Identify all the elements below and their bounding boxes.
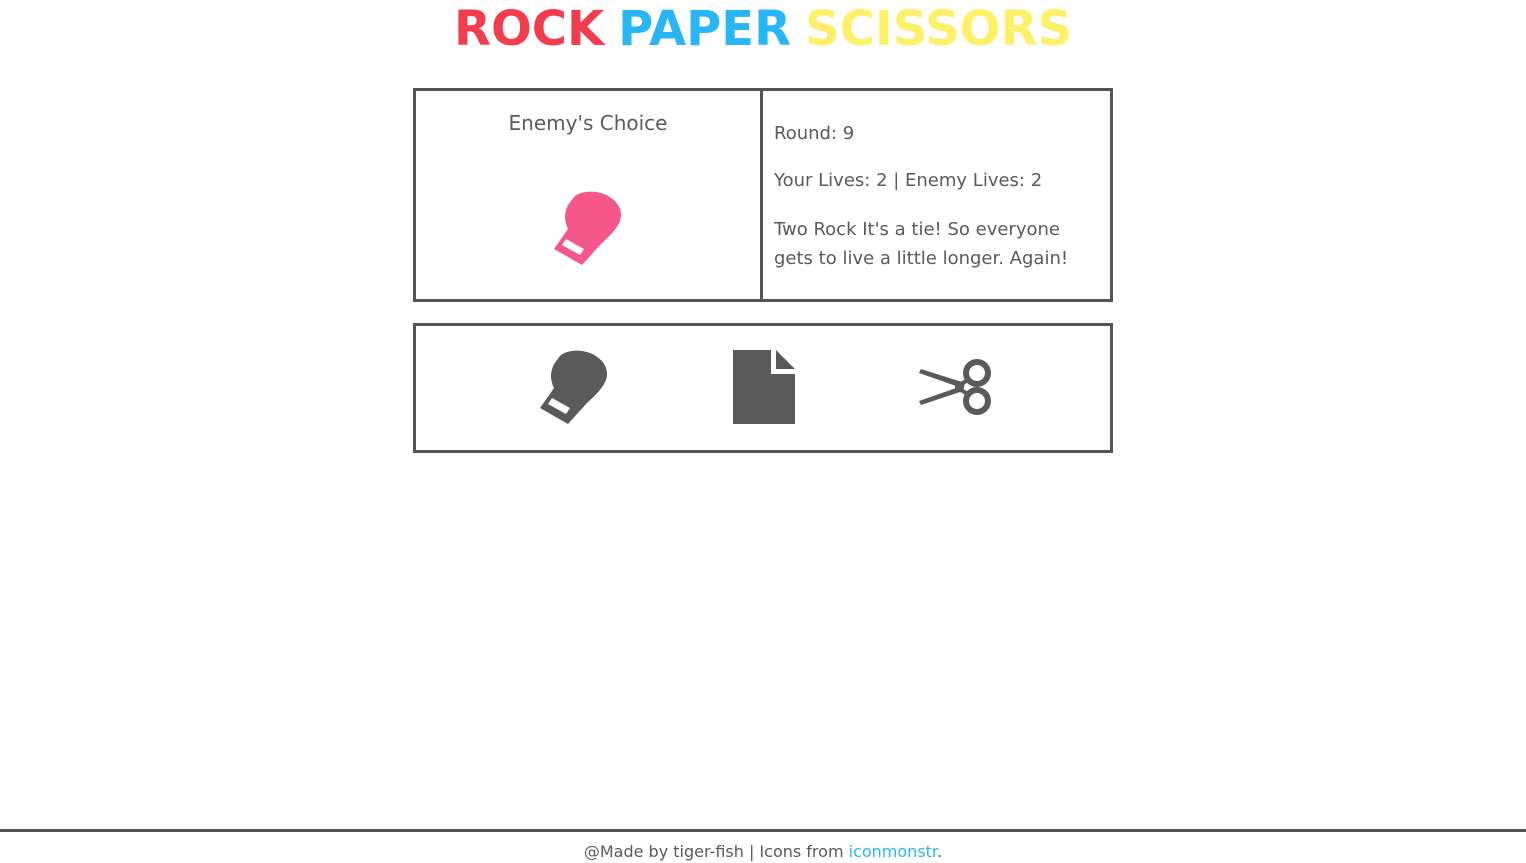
round-result-message: Two Rock It's a tie! So everyone gets to… bbox=[774, 219, 1069, 269]
title-scissors: SCISSORS bbox=[805, 1, 1073, 57]
footer-credit: @Made by tiger-fish | Icons from bbox=[583, 842, 849, 861]
title-paper: PAPER bbox=[618, 1, 792, 57]
footer-suffix: . bbox=[937, 842, 943, 861]
paper-button[interactable] bbox=[733, 350, 795, 424]
lives-counter: Your Lives: 2 | Enemy Lives: 2 bbox=[774, 170, 1043, 191]
page: ROCK PAPER SCISSORS Enemy's Choice Round: … bbox=[0, 0, 1526, 863]
paper-document-icon bbox=[733, 350, 795, 424]
choices-panel bbox=[413, 323, 1113, 453]
scissors-button[interactable] bbox=[919, 359, 993, 415]
scissors-icon bbox=[919, 359, 991, 415]
page-title: ROCK PAPER SCISSORS bbox=[0, 0, 1526, 58]
rock-glove-icon bbox=[540, 350, 608, 424]
game-info-panel: Round: 9 Your Lives: 2 | Enemy Lives: 2 … bbox=[763, 91, 1110, 299]
iconmonstr-link[interactable]: iconmonstr bbox=[849, 842, 937, 861]
footer: @Made by tiger-fish | Icons from iconmon… bbox=[0, 842, 1526, 861]
enemy-rock-glove-icon bbox=[554, 191, 622, 265]
enemy-choice-panel: Enemy's Choice bbox=[416, 91, 763, 299]
enemy-choice-heading: Enemy's Choice bbox=[508, 111, 668, 135]
rock-button[interactable] bbox=[540, 350, 612, 424]
footer-divider bbox=[0, 829, 1526, 832]
title-rock: ROCK bbox=[453, 1, 605, 57]
round-counter: Round: 9 bbox=[774, 123, 855, 144]
status-panel: Enemy's Choice Round: 9 Your Lives: 2 | … bbox=[413, 88, 1113, 302]
